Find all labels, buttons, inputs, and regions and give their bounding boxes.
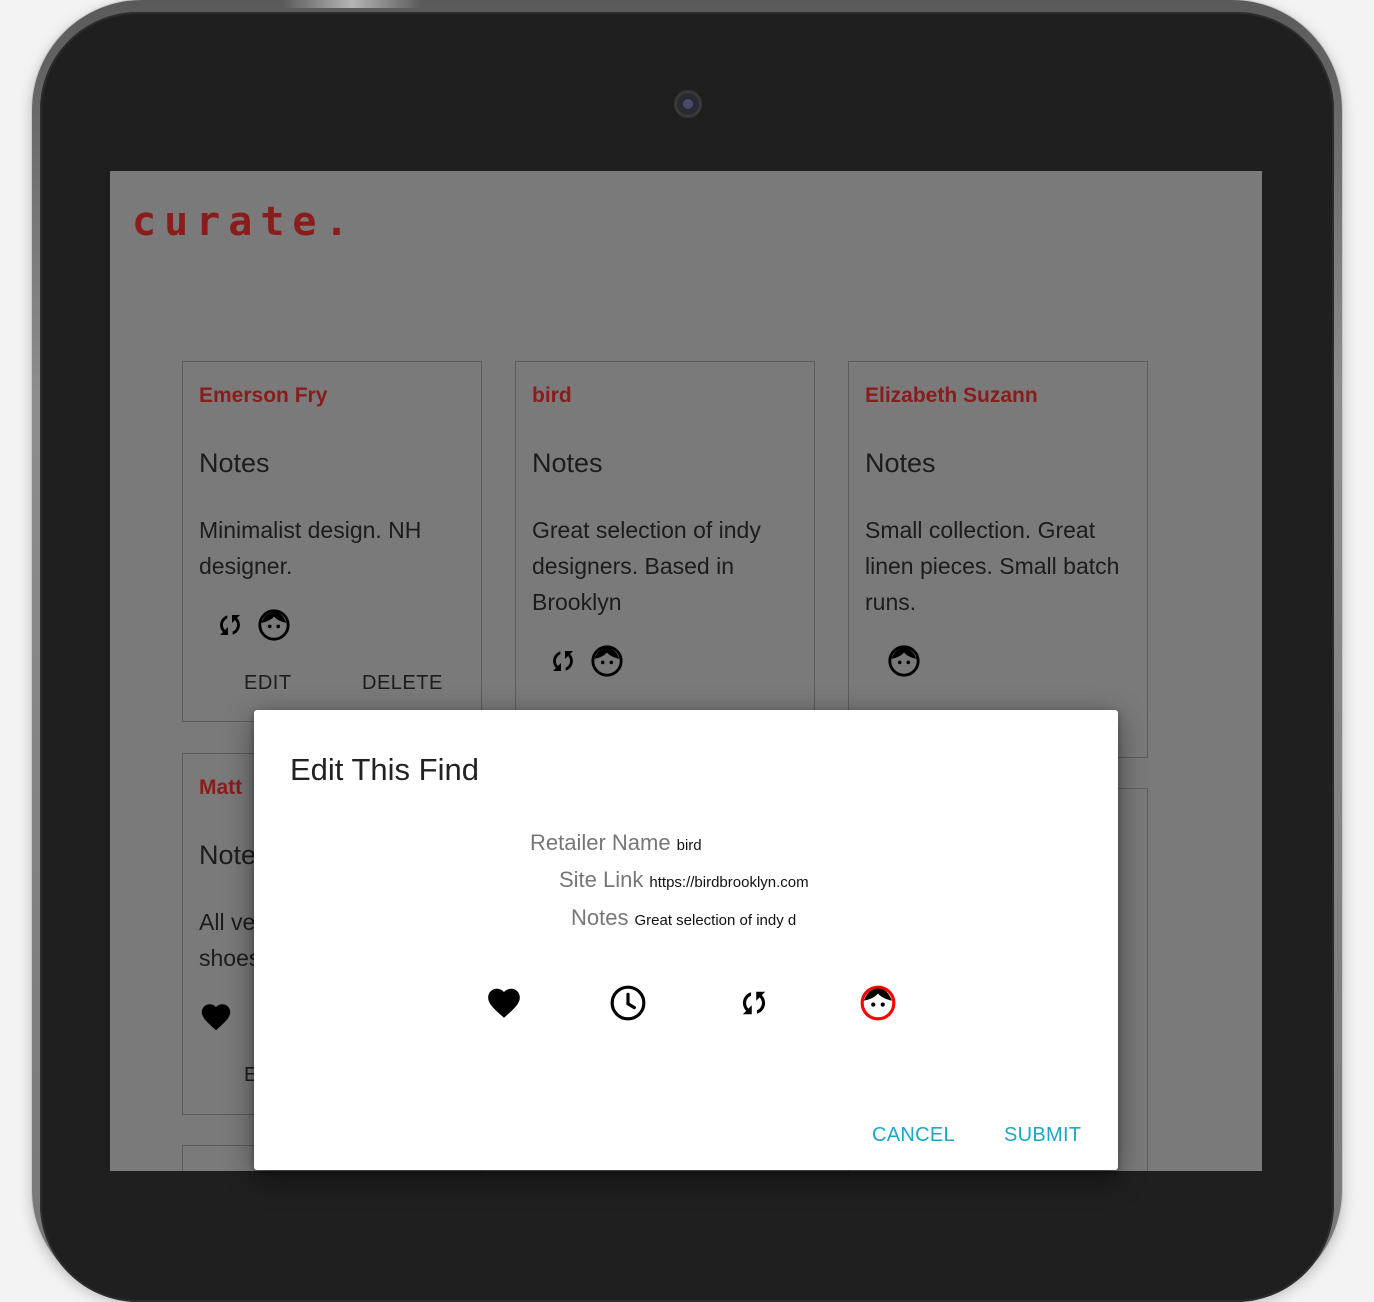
- dialog-title: Edit This Find: [290, 752, 479, 787]
- card-notes-heading: Notes: [532, 448, 603, 478]
- site-link-label: Site Link: [559, 867, 644, 892]
- retailer-card: Elizabeth Suzann Notes Small collection.…: [848, 361, 1148, 758]
- card-notes-heading: Note: [199, 840, 257, 870]
- notes-label: Notes: [571, 905, 629, 930]
- card-title[interactable]: Matt: [199, 776, 242, 800]
- notes-input[interactable]: [634, 912, 797, 929]
- card-title[interactable]: bird: [532, 384, 572, 408]
- heart-icon: [199, 1000, 233, 1034]
- submit-button[interactable]: SUBMIT: [1004, 1124, 1081, 1147]
- card-notes-heading: Notes: [865, 448, 936, 478]
- card-icons: [199, 1000, 233, 1034]
- edit-find-dialog: Edit This Find Retailer Name Site Link N…: [254, 710, 1118, 1170]
- face-icon[interactable]: [859, 984, 897, 1022]
- edit-button[interactable]: EDIT: [244, 672, 292, 695]
- card-title[interactable]: Emerson Fry: [199, 384, 327, 408]
- card-icons: [887, 644, 921, 678]
- heart-icon[interactable]: [485, 984, 523, 1022]
- site-link-field: Site Link: [559, 867, 812, 893]
- delete-button[interactable]: DELETE: [362, 672, 443, 695]
- sync-icon[interactable]: [735, 984, 773, 1022]
- card-notes: Small collection. Great linen pieces. Sm…: [865, 517, 1120, 615]
- card-notes: Minimalist design. NH designer.: [199, 517, 422, 579]
- face-icon: [257, 608, 291, 642]
- card-notes: Great selection of indy designers. Based…: [532, 517, 761, 615]
- sync-icon: [213, 608, 247, 642]
- clock-icon[interactable]: [609, 984, 647, 1022]
- notes-field: Notes: [571, 905, 797, 931]
- card-title[interactable]: Elizabeth Suzann: [865, 384, 1038, 408]
- app-logo: curate.: [132, 199, 357, 245]
- camera-icon: [677, 93, 699, 115]
- card-icons: [213, 608, 291, 642]
- face-icon: [590, 644, 624, 678]
- site-link-input[interactable]: [649, 874, 812, 891]
- retailer-name-field: Retailer Name: [530, 830, 737, 856]
- card-icons: [546, 644, 624, 678]
- retailer-name-label: Retailer Name: [530, 830, 671, 855]
- card-notes-heading: Notes: [199, 448, 270, 478]
- retailer-card: Emerson Fry Notes Minimalist design. NH …: [182, 361, 482, 722]
- cancel-button[interactable]: CANCEL: [872, 1124, 955, 1147]
- face-icon: [887, 644, 921, 678]
- retailer-name-input[interactable]: [676, 837, 737, 854]
- tablet-glint: [282, 0, 422, 8]
- sync-icon: [546, 644, 580, 678]
